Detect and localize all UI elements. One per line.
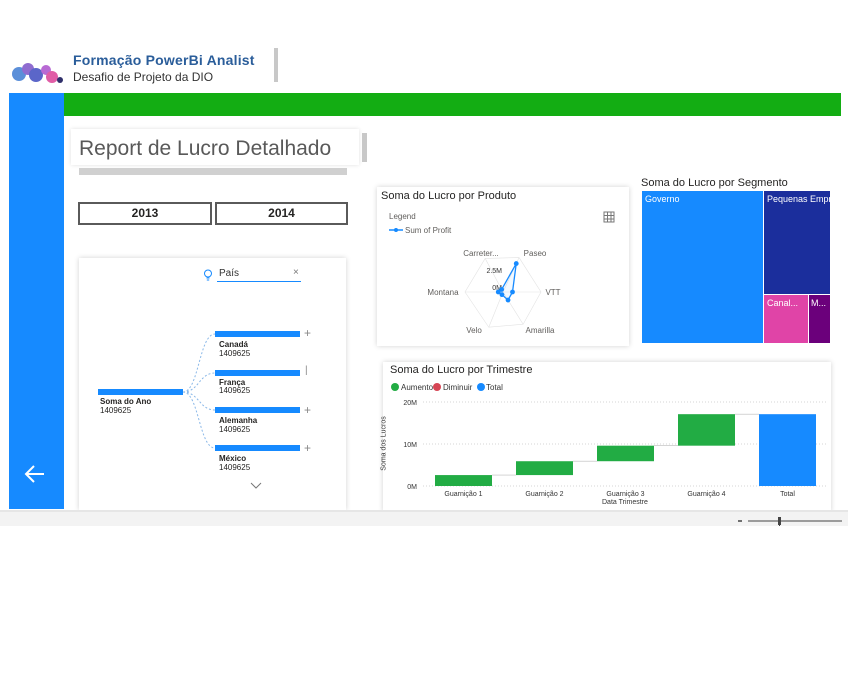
radar-plot: 2.5M0MPaseoVTTAmarillaVeloMontanaCarrete… [427, 249, 560, 335]
treemap-tile-other[interactable]: M... [809, 295, 830, 343]
root-bar[interactable] [98, 389, 183, 395]
child-bar[interactable] [215, 370, 300, 376]
y-tick-label: 20M [403, 400, 417, 407]
level-field[interactable]: País [219, 268, 239, 279]
treemap-tile-label: M... [811, 298, 826, 308]
waterfall-plot: 20M 10M 0M Guarnição 1 Guarnição 2 Guarnição … [403, 400, 828, 498]
title-accent-bar [362, 133, 367, 162]
treemap-tile-label: Governo [645, 194, 680, 204]
treemap-tile-label: Pequenas Empre... [767, 194, 830, 204]
quarter-waterfall-card[interactable]: Soma do Lucro por Trimestre Aumento Dimi… [381, 362, 831, 512]
x-tick-label: Guarnição 1 [444, 491, 482, 498]
child-bar[interactable] [215, 407, 300, 413]
y-tick-label: 0M [407, 484, 417, 491]
decomposition-tree: País × Soma do Ano 1409625 Canadá 140962… [79, 258, 346, 510]
child-bar[interactable] [215, 445, 300, 451]
expand-plus-icon[interactable]: + [304, 403, 311, 417]
chevron-down-icon[interactable] [250, 482, 262, 489]
expand-plus-icon[interactable]: | [305, 365, 308, 376]
radar-point[interactable] [505, 297, 511, 303]
close-icon[interactable]: × [293, 267, 299, 278]
treemap-tile-governo[interactable]: Governo [642, 191, 763, 343]
radar-axis-label: Amarilla [526, 326, 555, 335]
waterfall-bar[interactable] [435, 475, 492, 486]
child-label: México [219, 454, 247, 463]
child-value: 1409625 [219, 425, 251, 434]
brand-divider [274, 48, 278, 82]
dio-logo [12, 63, 63, 83]
y-tick-label: 10M [403, 442, 417, 449]
x-tick-label: Guarnição 4 [687, 491, 725, 498]
expand-plus-icon[interactable]: + [304, 326, 311, 340]
decomp-tree-lines [98, 331, 300, 489]
brand-title: Formação PowerBi Analist [73, 52, 255, 68]
radar-point[interactable] [513, 261, 519, 266]
child-value: 1409625 [219, 463, 251, 472]
product-radar-card[interactable]: Soma do Lucro por Produto Legend Sum of … [377, 187, 629, 346]
waterfall-bar[interactable] [516, 461, 573, 476]
child-bar[interactable] [215, 331, 300, 337]
x-tick-label: Total [780, 491, 795, 498]
radar-axis-label: Velo [466, 326, 482, 335]
waterfall-bar[interactable] [678, 414, 735, 446]
year-slicer-2014[interactable]: 2014 [215, 202, 348, 225]
radar-axis-label: Paseo [524, 249, 547, 258]
x-tick-label: Guarnição 3 [606, 491, 644, 498]
status-bar [0, 512, 848, 526]
treemap-tile-canal[interactable]: Canal... [764, 295, 808, 343]
child-value: 1409625 [219, 386, 251, 395]
radar-tick-label: 2.5M [486, 268, 502, 275]
title-underline [79, 168, 347, 175]
radar-axis-label: Montana [427, 288, 459, 297]
brand-subtitle: Desafio de Projeto da DIO [73, 70, 214, 84]
green-header-band [64, 93, 841, 116]
lightbulb-icon [204, 269, 212, 281]
radar-spoke [488, 291, 504, 328]
back-arrow-icon[interactable] [22, 461, 48, 487]
radar-axis-label: Carreter... [463, 249, 499, 258]
x-tick-label: Guarnição 2 [525, 491, 563, 498]
radar-point[interactable] [499, 287, 505, 292]
root-value: 1409625 [100, 406, 132, 415]
waterfall-bar[interactable] [759, 414, 816, 486]
treemap-title: Soma do Lucro por Segmento [641, 177, 788, 189]
radar-point[interactable] [510, 289, 515, 295]
radar-axis-label: VTT [545, 288, 560, 297]
zoom-slider[interactable] [738, 516, 842, 526]
child-label: Alemanha [219, 416, 258, 425]
side-nav-panel [9, 93, 64, 509]
root-label: Soma do Ano [100, 397, 152, 406]
child-label: Canadá [219, 340, 248, 349]
waterfall-bar[interactable] [597, 445, 654, 462]
child-value: 1409625 [219, 349, 251, 358]
report-title: Report de Lucro Detalhado [79, 137, 332, 160]
year-slicer-2013[interactable]: 2013 [78, 202, 212, 225]
level-field-underline [217, 281, 301, 282]
expand-plus-icon[interactable]: + [304, 441, 311, 455]
treemap-tile-pequenas-empresas[interactable]: Pequenas Empre... [764, 191, 830, 294]
treemap-tile-label: Canal... [767, 298, 799, 308]
